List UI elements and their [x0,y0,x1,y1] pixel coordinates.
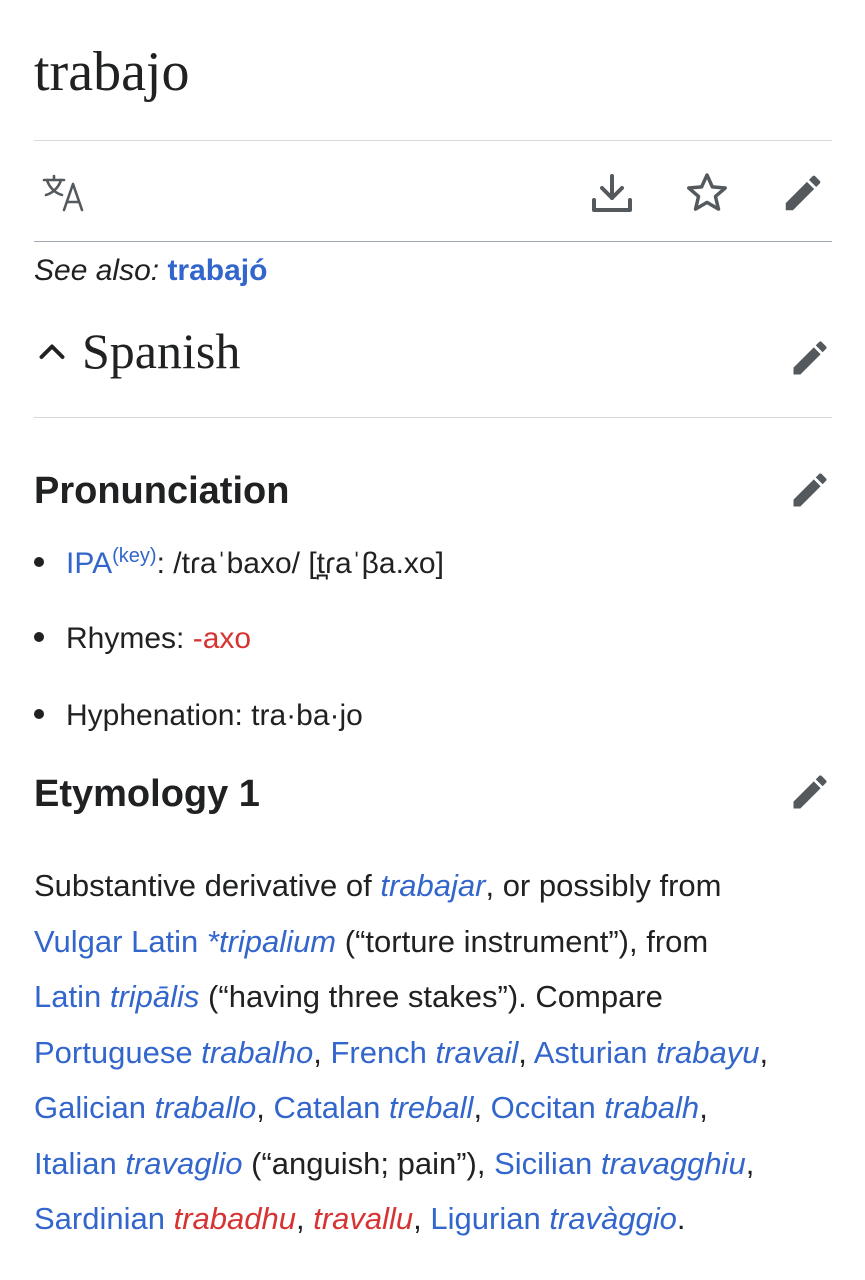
ipa-key-link[interactable]: (key) [112,545,156,567]
etymology-text: Substantive derivative of trabajar, or p… [34,858,834,1247]
etymology-text-segment: , [256,1090,274,1125]
etymology-text-segment: , [745,1145,755,1181]
etymology-link[interactable]: Sicilian [494,1146,601,1181]
etymology-text-segment: (“having three stakes”). Compare [199,979,663,1014]
etymology-link[interactable]: travaglio [125,1146,242,1181]
etymology-link[interactable]: tripālis [110,979,200,1014]
etymology-line: Galician traballo, Catalan treball, Occi… [34,1080,834,1136]
etymology-link[interactable]: travàggio [549,1201,677,1236]
etymology-link[interactable]: Vulgar Latin [34,924,207,959]
rhymes-link[interactable]: -axo [193,622,251,655]
pronunciation-heading: Pronunciation [34,470,290,512]
see-also-link[interactable]: trabajó [167,254,267,287]
edit-etymology-icon[interactable] [788,770,832,814]
language-divider [34,417,832,418]
etymology-text-segment: , [518,1034,534,1070]
etymology-text-segment: Substantive derivative of [34,868,381,903]
etymology-link[interactable]: Galician [34,1090,155,1125]
etymology-link[interactable]: Sardinian [34,1201,174,1236]
language-name: Spanish [82,323,241,379]
etymology-line: Substantive derivative of trabajar, or p… [34,858,834,914]
etymology-heading: Etymology 1 [34,773,260,815]
see-also-label: See also: [34,254,160,287]
etymology-text-segment: (“torture instrument”), from [336,923,709,959]
etymology-text-segment: , [413,1201,431,1236]
chevron-up-icon[interactable] [34,333,70,369]
hyphenation-value: tra·ba·jo [251,699,363,732]
etymology-text-segment: , [313,1034,331,1070]
edit-language-icon[interactable] [788,336,832,380]
page-title: trabajo [34,41,190,103]
etymology-link[interactable]: trabalho [201,1035,313,1070]
etymology-link[interactable]: Asturian [534,1035,656,1070]
etymology-link[interactable]: trabalh [604,1090,699,1125]
bullet-dot [34,557,44,567]
etymology-link[interactable]: French [330,1035,435,1070]
etymology-text-segment: , [295,1201,314,1236]
toolbar-divider [34,241,832,242]
etymology-link[interactable]: trabajar [380,868,485,903]
etymology-link[interactable]: Ligurian [430,1201,549,1236]
etymology-text-segment: (“anguish; pain”), [242,1145,495,1181]
ipa-item: IPA(key): /tɾaˈbaxo/ [t̪ɾaˈβa.xo] [34,545,444,581]
translate-icon[interactable] [42,174,88,214]
etymology-link[interactable]: travagghiu [601,1146,746,1181]
language-heading[interactable]: Spanish [34,326,240,376]
hyphenation-item: Hyphenation: tra·ba·jo [34,699,363,733]
etymology-link[interactable]: trabayu [656,1035,759,1070]
etymology-line: Sardinian trabadhu, travallu, Ligurian t… [34,1191,834,1247]
rhymes-label: Rhymes: [66,622,193,655]
etymology-text-segment: , or possibly from [485,868,722,903]
etymology-link[interactable]: travail [436,1035,519,1070]
etymology-link[interactable]: *tripalium [207,924,336,959]
etymology-link[interactable]: Occitan [491,1090,605,1125]
etymology-link[interactable]: trabadhu [174,1201,296,1236]
rhymes-item: Rhymes: -axo [34,622,251,656]
bullet-dot [34,632,44,642]
etymology-line: Latin tripālis (“having three stakes”). … [34,969,834,1025]
title-divider [34,140,832,141]
etymology-link[interactable]: Catalan [274,1090,389,1125]
download-icon[interactable] [590,172,634,216]
edit-icon[interactable] [780,170,826,216]
etymology-text-segment: . [676,1201,686,1236]
etymology-link[interactable]: treball [389,1090,473,1125]
etymology-line: Italian travaglio (“anguish; pain”), Sic… [34,1136,834,1192]
etymology-link[interactable]: traballo [155,1090,257,1125]
etymology-link[interactable]: Italian [34,1146,125,1181]
star-icon[interactable] [684,170,730,216]
etymology-text-segment: , [699,1090,708,1125]
etymology-text-segment: , [473,1090,491,1125]
hyphenation-label: Hyphenation: [66,699,252,732]
see-also: See also: trabajó [34,254,267,288]
edit-pronunciation-icon[interactable] [788,468,832,512]
etymology-link[interactable]: Latin [34,979,110,1014]
ipa-link[interactable]: IPA [66,547,112,580]
etymology-link[interactable]: travallu [313,1201,413,1236]
etymology-link[interactable]: Portuguese [34,1035,201,1070]
bullet-dot [34,709,44,719]
etymology-line: Portuguese trabalho, French travail, Ast… [34,1025,834,1081]
ipa-value: : /tɾaˈbaxo/ [t̪ɾaˈβa.xo] [156,547,444,580]
etymology-text-segment: , [759,1034,769,1070]
etymology-line: Vulgar Latin *tripalium (“torture instru… [34,914,834,970]
